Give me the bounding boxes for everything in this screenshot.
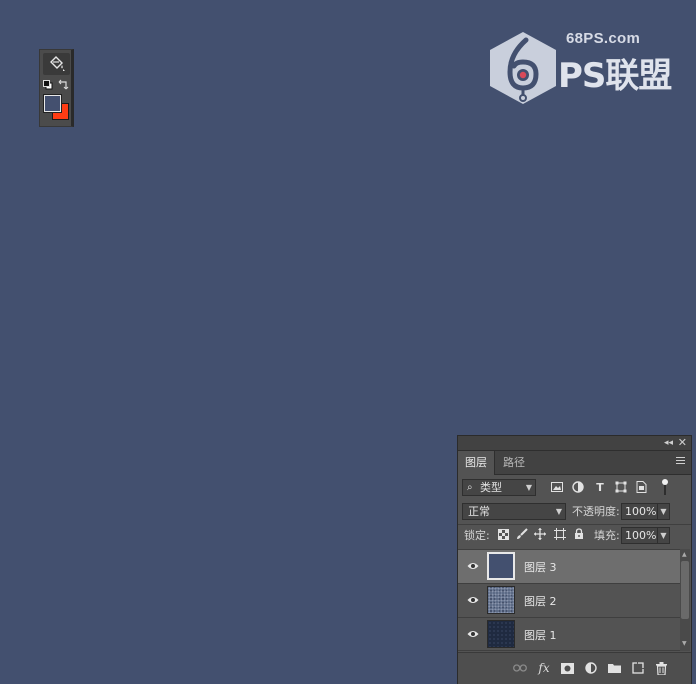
- lock-position-icon[interactable]: [533, 527, 547, 541]
- opacity-label: 不透明度:: [572, 505, 620, 518]
- paint-bucket-icon[interactable]: [43, 53, 70, 75]
- tool-strip: [39, 49, 74, 127]
- scroll-down-icon[interactable]: ▼: [682, 640, 687, 647]
- layer-thumbnail: [487, 552, 515, 580]
- fill-field[interactable]: 100%: [621, 527, 659, 544]
- link-layers-icon[interactable]: [512, 660, 528, 676]
- new-group-icon[interactable]: [606, 660, 622, 676]
- opacity-field[interactable]: 100%: [621, 503, 659, 520]
- filter-kind-select[interactable]: ⌕ 类型 ▼: [462, 479, 536, 496]
- search-icon: ⌕: [467, 482, 473, 493]
- layer-thumbnail: [487, 620, 515, 648]
- blend-mode-select[interactable]: 正常 ▼: [462, 503, 566, 520]
- image-filter-icon[interactable]: [550, 480, 564, 494]
- layer-row-2[interactable]: 图层 2: [458, 583, 680, 617]
- swap-colors-icon[interactable]: [58, 79, 69, 90]
- filter-row: ⌕ 类型 ▼ T: [458, 475, 691, 500]
- delete-icon[interactable]: [653, 660, 669, 676]
- close-panel-icon[interactable]: ✕: [678, 436, 687, 449]
- add-mask-icon[interactable]: [559, 660, 575, 676]
- panel-titlebar: ◂◂ ✕: [458, 436, 691, 451]
- opacity-dropdown-icon[interactable]: ▼: [657, 503, 670, 520]
- layers-panel: ◂◂ ✕ 图层 路径 ⌕ 类型 ▼ T 正常 ▼ 不透明度: 100% ▼ 锁定…: [457, 435, 692, 684]
- new-adjustment-icon[interactable]: [583, 660, 599, 676]
- layer-name: 图层 2: [524, 595, 557, 608]
- filter-toggle[interactable]: [662, 478, 668, 496]
- scroll-thumb[interactable]: [681, 561, 689, 619]
- blend-row: 正常 ▼ 不透明度: 100% ▼: [458, 500, 691, 523]
- panel-menu-icon[interactable]: [676, 457, 685, 466]
- lock-artboard-icon[interactable]: [553, 527, 567, 541]
- new-layer-icon[interactable]: [630, 660, 646, 676]
- smart-object-filter-icon[interactable]: [634, 480, 648, 494]
- chevron-down-icon: ▼: [555, 507, 562, 516]
- shape-filter-icon[interactable]: [614, 480, 628, 494]
- visibility-eye-icon[interactable]: [467, 627, 479, 641]
- collapse-panel-icon[interactable]: ◂◂: [664, 437, 673, 449]
- layers-footer: fx: [458, 652, 691, 684]
- layer-row-1[interactable]: 图层 1: [458, 617, 680, 651]
- watermark-logo-icon: [486, 30, 560, 106]
- visibility-eye-icon[interactable]: [467, 559, 479, 573]
- layer-row-3[interactable]: 图层 3: [458, 549, 680, 583]
- scroll-up-icon[interactable]: ▲: [682, 551, 687, 558]
- chevron-down-icon: ▼: [525, 483, 532, 492]
- type-filter-icon[interactable]: T: [593, 480, 607, 494]
- lock-row: 锁定: 填充: 100% ▼: [458, 524, 691, 548]
- layers-list: 图层 3 图层 2 图层 1: [458, 549, 680, 651]
- tab-layers[interactable]: 图层: [458, 451, 495, 475]
- adjustment-filter-icon[interactable]: [571, 480, 585, 494]
- fill-label: 填充:: [594, 529, 620, 542]
- lock-label: 锁定:: [464, 529, 490, 542]
- tab-paths[interactable]: 路径: [496, 451, 532, 474]
- lock-all-icon[interactable]: [572, 527, 586, 541]
- fill-dropdown-icon[interactable]: ▼: [657, 527, 670, 544]
- lock-image-pixels-icon[interactable]: [515, 527, 529, 541]
- visibility-eye-icon[interactable]: [467, 593, 479, 607]
- panel-tabs: 图层 路径: [458, 451, 691, 475]
- default-colors-icon[interactable]: [43, 80, 53, 90]
- foreground-color-swatch[interactable]: [44, 95, 61, 112]
- fx-icon[interactable]: fx: [536, 660, 552, 676]
- layer-thumbnail: [487, 586, 515, 614]
- layer-name: 图层 3: [524, 561, 557, 574]
- watermark-site: 68PS.com: [566, 30, 641, 47]
- layer-name: 图层 1: [524, 629, 557, 642]
- lock-transparent-pixels-icon[interactable]: [496, 527, 510, 541]
- layers-scrollbar[interactable]: ▲ ▼: [680, 549, 690, 651]
- watermark-brand: PS联盟: [558, 56, 672, 96]
